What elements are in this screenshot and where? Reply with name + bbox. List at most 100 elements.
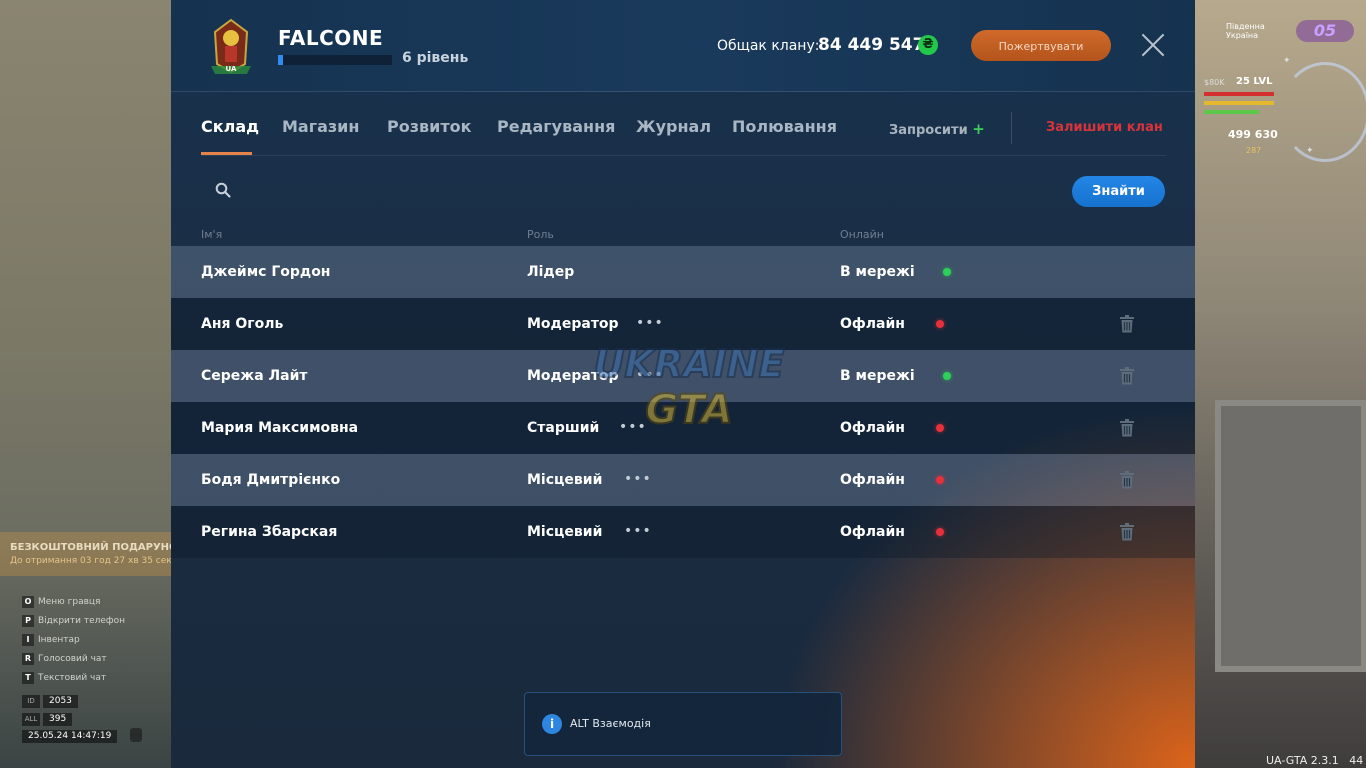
hud-minimap-ring [1280, 62, 1366, 162]
hud-keybind: R Голосовий чат [22, 649, 125, 668]
version-text: UA-GTA 2.3.1 [1266, 754, 1339, 767]
tab-editing[interactable]: Редагування [497, 117, 615, 136]
trash-icon[interactable] [1120, 367, 1134, 385]
more-options-icon[interactable]: ••• [624, 506, 652, 558]
member-search-input[interactable] [241, 176, 1045, 208]
clan-treasury-label: Общак клану: [717, 38, 820, 54]
hud-players-online: ALL 395 [22, 713, 73, 726]
trash-icon[interactable] [1120, 523, 1134, 541]
star-icon: ✦ [1306, 146, 1314, 156]
table-row[interactable]: Регина Збарская Місцевий ••• Офлайн [171, 506, 1195, 558]
member-name: Сережа Лайт [201, 368, 308, 384]
offline-indicator [936, 424, 944, 432]
interaction-hint-text: ALT Взаємодія [570, 717, 651, 730]
online-indicator [943, 268, 951, 276]
hud-key-cap: R [22, 652, 34, 665]
more-options-icon[interactable]: ••• [624, 454, 652, 506]
game-version: UA-GTA 2.3.1 44 [1266, 754, 1363, 767]
table-row[interactable]: Аня Оголь Модератор ••• Офлайн [171, 298, 1195, 350]
tab-hunting[interactable]: Полювання [732, 117, 837, 136]
microphone-icon [130, 728, 142, 742]
clan-treasury-value: 84 449 547 [818, 35, 925, 55]
tab-development[interactable]: Розвиток [387, 117, 471, 136]
hud-stamina-bar [1204, 110, 1259, 114]
offline-indicator [936, 528, 944, 536]
tab-shop[interactable]: Магазин [282, 117, 359, 136]
more-options-icon[interactable]: ••• [619, 402, 647, 454]
column-header-name: Ім'я [201, 228, 223, 241]
leave-clan-button[interactable]: Залишити клан [1046, 120, 1163, 135]
hud-key-cap: I [22, 633, 34, 646]
table-row[interactable]: Сережа Лайт Модератор ••• В мережі [171, 350, 1195, 402]
table-row[interactable]: Мария Максимовна Старший ••• Офлайн [171, 402, 1195, 454]
close-icon[interactable] [1139, 31, 1167, 59]
more-options-icon[interactable]: ••• [636, 298, 664, 350]
free-gift-title: БЕЗКОШТОВНИЙ ПОДАРУНОК [10, 542, 186, 553]
trash-icon[interactable] [1120, 471, 1134, 489]
member-name: Джеймс Гордон [201, 264, 331, 280]
free-gift-timer: До отримання 03 год 27 хв 35 сек [10, 556, 172, 566]
actions-divider [1011, 112, 1012, 144]
hud-key-cap: P [22, 614, 34, 627]
member-status: Офлайн [840, 472, 905, 488]
member-role: Місцевий [527, 472, 603, 488]
hud-datetime: 25.05.24 14:47:19 [22, 730, 118, 743]
hud-money: 499 630 [1228, 128, 1278, 141]
trash-icon[interactable] [1120, 419, 1134, 437]
hud-datetime-value: 25.05.24 14:47:19 [22, 730, 118, 743]
member-role: Модератор [527, 368, 619, 384]
hud-all-key: ALL [22, 713, 40, 726]
offline-indicator [936, 476, 944, 484]
hud-key-label: Відкрити телефон [38, 615, 126, 626]
hud-cash: $80K [1204, 78, 1225, 87]
tab-warehouse[interactable]: Склад [201, 117, 259, 136]
member-role: Лідер [527, 264, 575, 280]
tab-journal[interactable]: Журнал [636, 117, 711, 136]
member-name: Бодя Дмитрієнко [201, 472, 341, 488]
more-options-icon[interactable]: ••• [636, 350, 664, 402]
svg-text:UA: UA [226, 65, 237, 73]
donate-button[interactable]: Пожертвувати [971, 30, 1111, 61]
plus-icon: + [972, 120, 985, 138]
hud-key-cap: T [22, 671, 34, 684]
find-button[interactable]: Знайти [1072, 176, 1165, 207]
table-row[interactable]: Джеймс Гордон Лідер В мережі [171, 246, 1195, 298]
hud-level: 25 LVL [1236, 76, 1273, 87]
free-gift-banner [0, 532, 171, 576]
hud-keybind: T Текстовий чат [22, 668, 125, 687]
hud-keybind: I Інвентар [22, 630, 125, 649]
hud-all-value: 395 [43, 713, 73, 726]
hud-server-number: 05 [1296, 20, 1354, 42]
clan-name: FALCONE [278, 26, 384, 50]
hud-player-id: ID 2053 [22, 695, 78, 708]
world-door-frame [1215, 400, 1366, 672]
hud-key-label: Інвентар [38, 634, 80, 645]
hud-coins: 287 [1246, 146, 1262, 155]
hud-key-label: Текстовий чат [38, 672, 107, 683]
member-role: Місцевий [527, 524, 603, 540]
member-status: В мережі [840, 368, 915, 384]
member-status: Офлайн [840, 316, 905, 332]
clan-logo-icon: UA [211, 18, 251, 74]
clan-level-progress [278, 55, 392, 65]
hud-keybind: P Відкрити телефон [22, 611, 125, 630]
hud-id-key: ID [22, 695, 40, 708]
hryvnia-icon: ₴ [918, 35, 938, 55]
member-name: Регина Збарская [201, 524, 338, 540]
hud-region: Південна Україна [1226, 22, 1265, 40]
member-status: Офлайн [840, 420, 905, 436]
hud-key-cap: O [22, 595, 34, 608]
hud-key-label: Меню гравця [38, 596, 101, 607]
interaction-hint: i ALT Взаємодія [524, 692, 842, 756]
table-row[interactable]: Бодя Дмитрієнко Місцевий ••• Офлайн [171, 454, 1195, 506]
hud-id-value: 2053 [43, 695, 78, 708]
member-name: Мария Максимовна [201, 420, 359, 436]
trash-icon[interactable] [1120, 315, 1134, 333]
clan-level-progress-fill [278, 55, 283, 65]
member-role: Старший [527, 420, 600, 436]
member-status: Офлайн [840, 524, 905, 540]
member-role: Модератор [527, 316, 619, 332]
column-header-online: Онлайн [840, 228, 884, 241]
invite-button[interactable]: Запросити + [889, 120, 985, 138]
online-indicator [943, 372, 951, 380]
